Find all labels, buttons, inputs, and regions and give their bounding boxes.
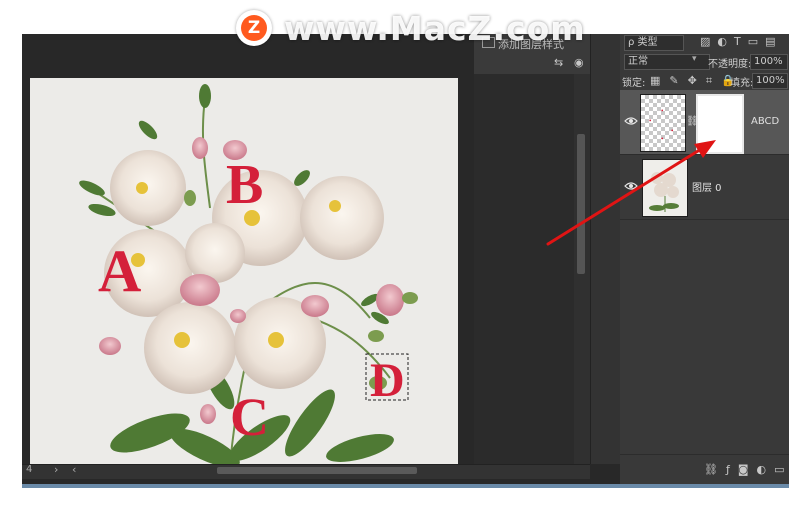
svg-text:•: • [661, 135, 664, 143]
vertical-scroll-thumb[interactable] [577, 134, 585, 274]
document-canvas[interactable]: A B C D [30, 78, 458, 466]
scroll-left-icon[interactable]: ‹ [72, 463, 76, 476]
watermark-text: www.MacZ.com [284, 8, 586, 48]
filter-row: ρ 类型 ▨ ◐ T ▭ ▤ [620, 34, 789, 54]
filter-kind-value: 类型 [637, 37, 658, 48]
letter-a: A [98, 238, 141, 304]
shape-filter-icon[interactable]: ▭ [748, 35, 758, 48]
letters-preview: • • • • [649, 107, 674, 143]
layer-name[interactable]: 图层 0 [692, 179, 722, 194]
type-filter-icon[interactable]: T [734, 35, 741, 48]
letter-b: B [226, 154, 263, 216]
macz-logo: Z [236, 10, 272, 46]
opacity-label: 不透明度: [708, 59, 752, 70]
filter-kind-select[interactable]: ρ 类型 [624, 35, 684, 51]
link-icon[interactable]: ⇆ [554, 56, 563, 69]
taskbar-strip [22, 484, 789, 488]
blend-row: 正常 ▾ 不透明度: 100% [620, 52, 789, 72]
svg-text:•: • [649, 117, 652, 125]
filter-search-icon: ρ [628, 37, 638, 48]
layer-row-abcd[interactable]: • • • • ⛓ ABCD [620, 90, 789, 155]
fill-field[interactable]: 100% [752, 73, 788, 89]
layer-thumbnail[interactable] [642, 159, 688, 217]
layers-panel: ρ 类型 ▨ ◐ T ▭ ▤ 正常 ▾ 不透明度: 100% 锁定: ▦ ✎ ✥… [620, 34, 789, 484]
status-text: 4 [26, 464, 33, 475]
panel-divider [590, 34, 621, 464]
smart-filter-icon[interactable]: ▤ [765, 35, 775, 48]
lock-artboard-icon[interactable]: ⌗ [706, 74, 712, 88]
eye-icon[interactable] [624, 116, 638, 126]
pasteboard [474, 34, 590, 464]
adjustment-icon[interactable]: ◐ [757, 463, 767, 476]
letter-c: C [230, 387, 269, 447]
camera-icon[interactable]: ◉ [574, 56, 584, 69]
layer-thumbnail[interactable]: • • • • [640, 94, 686, 152]
eye-icon[interactable] [624, 181, 638, 191]
canvas-area[interactable]: A B C D [22, 34, 474, 466]
folder-icon[interactable]: ▭ [774, 463, 784, 476]
layer-name[interactable]: ABCD [751, 116, 779, 127]
lock-transparent-icon[interactable]: ▦ [650, 74, 660, 88]
layers-panel-footer: ⛓ ƒ ◙ ◐ ▭ ▣ [620, 454, 789, 484]
flower-artwork: A B C D [79, 84, 418, 466]
chevron-down-icon[interactable]: ▾ [692, 54, 697, 64]
lock-image-icon[interactable]: ✎ [669, 74, 678, 88]
horizontal-scroll-thumb[interactable] [217, 467, 417, 474]
flower-preview [649, 172, 679, 212]
layer-row-layer0[interactable]: 图层 0 [620, 155, 789, 220]
watermark: Z www.MacZ.com [236, 8, 586, 48]
letter-d: D [370, 354, 405, 407]
pixel-filter-icon[interactable]: ▨ [700, 35, 710, 48]
blend-mode-select[interactable]: 正常 [624, 54, 710, 70]
photoshop-window: A B C D 添加图层样式 ⇆ ◉ ▣ 🗑 4 › ‹ ρ 类型 [22, 34, 789, 484]
lock-position-icon[interactable]: ✥ [688, 74, 697, 88]
lock-row: 锁定: ▦ ✎ ✥ ⌗ 🔒 填充: 100% [620, 71, 789, 92]
fx-icon[interactable]: ƒ [726, 463, 730, 476]
adjustment-filter-icon[interactable]: ◐ [717, 35, 727, 48]
fill-label: 填充: [730, 78, 754, 89]
add-mask-icon[interactable]: ◙ [738, 463, 749, 476]
opacity-field[interactable]: 100% [750, 54, 788, 70]
logo-letter: Z [241, 15, 267, 41]
link-layers-icon[interactable]: ⛓ [704, 463, 718, 476]
svg-text:•: • [671, 127, 674, 135]
svg-text:•: • [661, 107, 664, 115]
layer-mask-thumbnail[interactable] [696, 94, 744, 154]
status-arrow-icon[interactable]: › [54, 463, 58, 476]
lock-label: 锁定: [622, 78, 646, 89]
